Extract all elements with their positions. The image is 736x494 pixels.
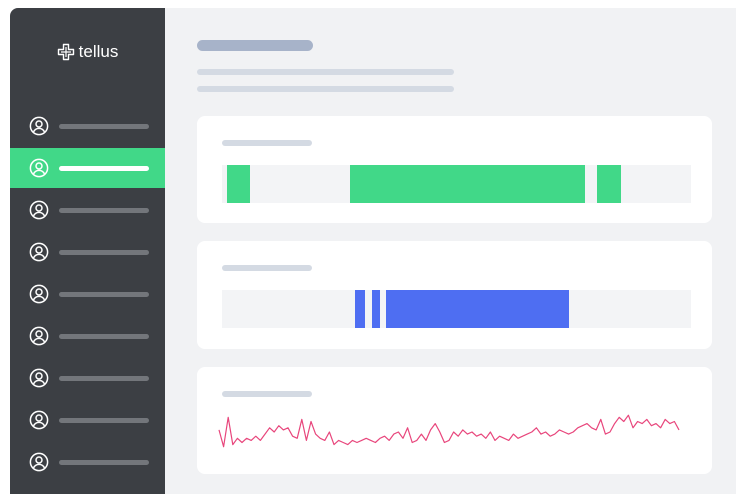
sparkline-series (218, 414, 680, 448)
sidebar-item-3[interactable] (10, 190, 165, 230)
user-circle-icon (29, 410, 49, 430)
timeline-card-blue (197, 241, 712, 349)
sidebar-item-1[interactable] (10, 106, 165, 146)
timeline-segment[interactable] (355, 290, 366, 328)
timeline-segment[interactable] (597, 165, 621, 203)
sidebar-item-label-placeholder (59, 124, 149, 129)
sidebar-item-4[interactable] (10, 232, 165, 272)
sidebar-item-label-placeholder (59, 334, 149, 339)
sidebar-item-label-placeholder (59, 250, 149, 255)
sidebar-item-7[interactable] (10, 358, 165, 398)
sidebar-item-6[interactable] (10, 316, 165, 356)
user-circle-icon (29, 158, 49, 178)
timeline-segment[interactable] (372, 290, 380, 328)
plus-cross-logo-icon (57, 43, 75, 61)
user-circle-icon (29, 284, 49, 304)
timeline-track (222, 290, 691, 328)
sidebar-item-2[interactable] (10, 148, 165, 188)
sidebar-item-label-placeholder (59, 418, 149, 423)
page-title-placeholder (197, 40, 313, 51)
user-circle-icon (29, 368, 49, 388)
sparkline-card (197, 367, 712, 474)
sidebar-item-label-placeholder (59, 292, 149, 297)
sidebar-item-5[interactable] (10, 274, 165, 314)
timeline-card-green (197, 116, 712, 223)
sidebar-item-label-placeholder (59, 460, 149, 465)
sparkline-chart (218, 414, 680, 448)
timeline-segment[interactable] (349, 165, 586, 203)
sidebar-item-9[interactable] (10, 442, 165, 482)
card-label-placeholder (222, 140, 312, 146)
timeline-track (222, 165, 691, 203)
app-window: tellus (10, 8, 736, 494)
user-circle-icon (29, 242, 49, 262)
card-label-placeholder (222, 391, 312, 397)
brand-name: tellus (78, 42, 119, 61)
sidebar-item-label-placeholder (59, 376, 149, 381)
user-circle-icon (29, 200, 49, 220)
card-label-placeholder (222, 265, 312, 271)
subtitle-placeholder-line-1 (197, 69, 454, 75)
sidebar: tellus (10, 8, 165, 494)
sidebar-item-label-placeholder (59, 208, 149, 213)
brand-logo[interactable]: tellus (10, 40, 165, 64)
main-content (165, 8, 736, 494)
sidebar-item-8[interactable] (10, 400, 165, 440)
sidebar-item-label-placeholder (59, 166, 149, 171)
subtitle-placeholder-line-2 (197, 86, 454, 92)
user-circle-icon (29, 326, 49, 346)
user-circle-icon (29, 116, 49, 136)
timeline-segment[interactable] (226, 165, 251, 203)
timeline-segment[interactable] (386, 290, 570, 328)
user-circle-icon (29, 452, 49, 472)
